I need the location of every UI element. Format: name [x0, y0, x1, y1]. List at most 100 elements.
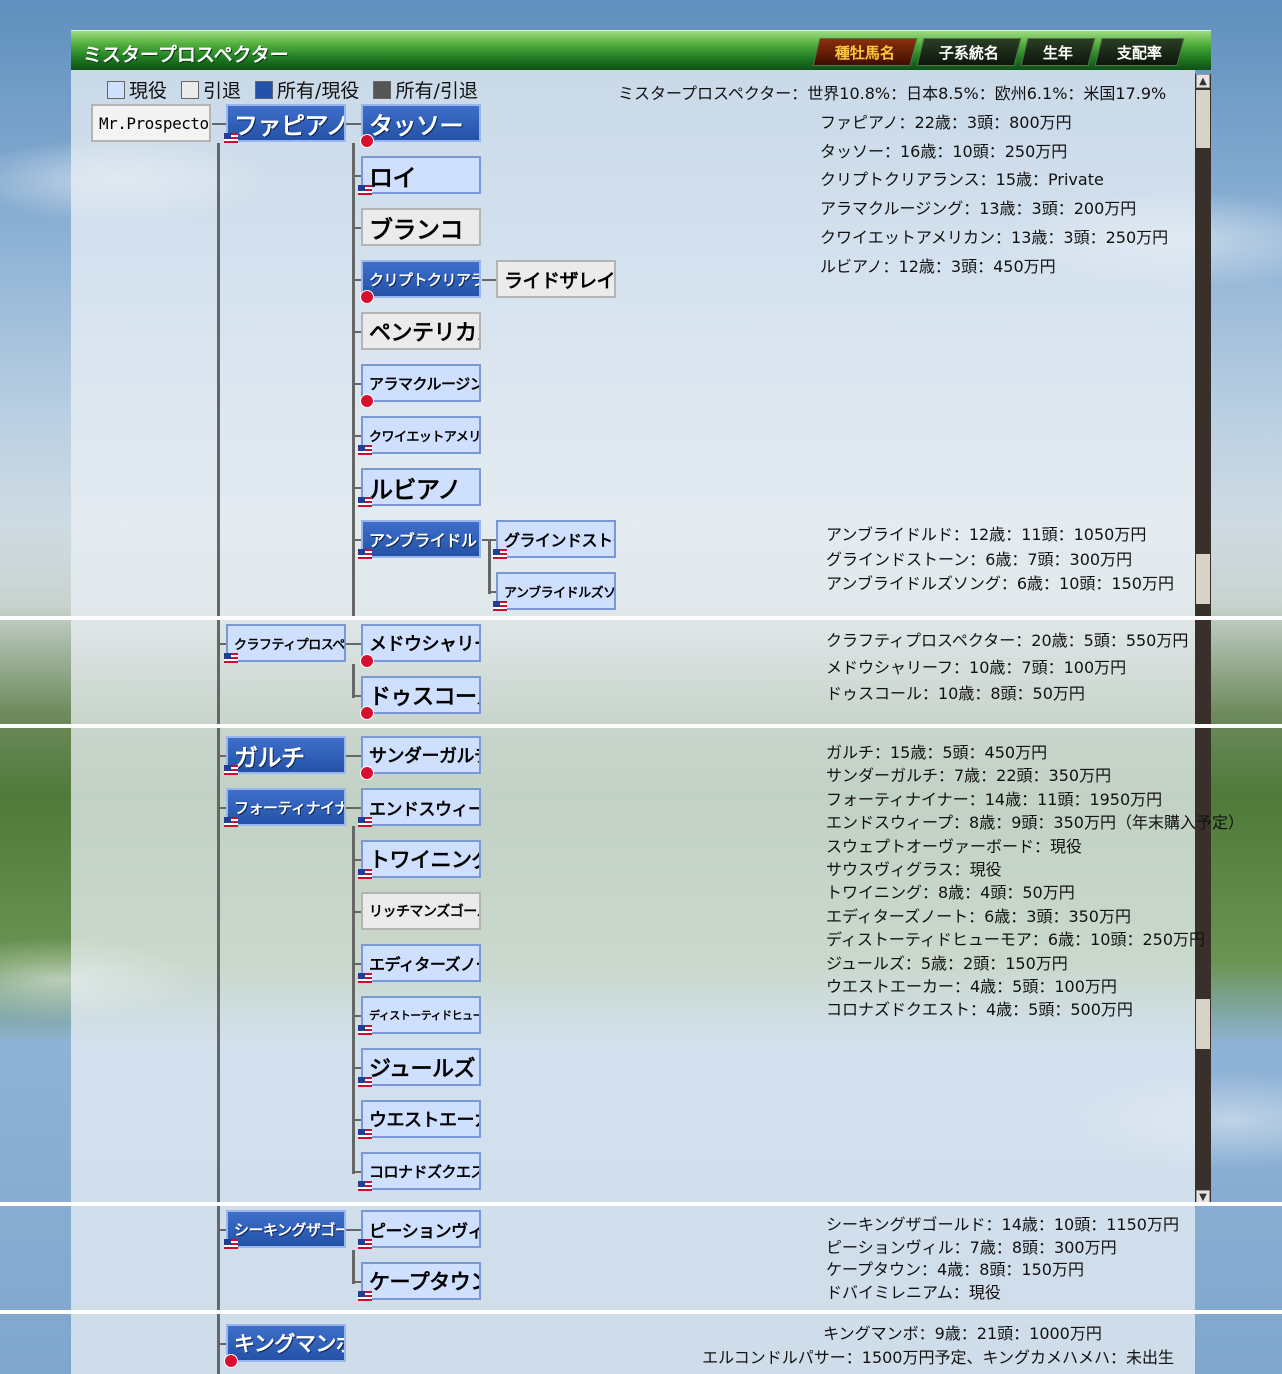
tab-line-name[interactable]: 子系統名	[916, 38, 1022, 66]
horse-node[interactable]: ルビアノ	[361, 468, 481, 506]
horse-node[interactable]: タッソー	[361, 104, 481, 142]
tree-connector	[482, 539, 496, 541]
section-separator	[0, 1310, 1282, 1314]
section-separator	[0, 616, 1282, 620]
horse-node[interactable]: クラフティプロスペクター	[226, 624, 346, 662]
info-line: ルビアノ：12歳：3頭：450万円	[820, 256, 1056, 276]
info-line: トワイニング：8歳：4頭：50万円	[826, 883, 1075, 903]
section-separator	[0, 724, 1282, 728]
horse-node[interactable]: キングマンボ	[226, 1324, 346, 1362]
tab-sire-name[interactable]: 種牡馬名	[812, 38, 918, 66]
tab-dominance[interactable]: 支配率	[1094, 38, 1185, 66]
horse-node[interactable]: ガルチ	[226, 736, 346, 774]
horse-node[interactable]: ドゥスコール	[361, 676, 481, 714]
info-block: ガルチ：15歳：5頭：450万円 サンダーガルチ：7歳：22頭：350万円 フォ…	[826, 741, 1244, 1022]
sort-tabs: 種牡馬名 子系統名 生年 支配率	[812, 38, 1185, 66]
us-flag-icon	[493, 601, 507, 611]
horse-node[interactable]: メドウシャリーフ	[361, 624, 481, 662]
tab-birth-year[interactable]: 生年	[1020, 38, 1096, 66]
info-line: エルコンドルパサー：1500万円予定、キングカメハメハ：未出生	[702, 1348, 1174, 1367]
horse-node[interactable]: トワイニング	[361, 840, 481, 878]
horse-node[interactable]: リッチマンズゴールド	[361, 892, 481, 930]
tree-connector	[488, 591, 496, 593]
horse-node[interactable]: グラインドストーン	[496, 520, 616, 558]
legend: 現役 引退 所有/現役 所有/引退	[107, 76, 478, 103]
info-line: クワイエットアメリカン：13歳：3頭：250万円	[820, 227, 1169, 247]
info-line: ディストーティドヒューモア：6歳：10頭：250万円	[826, 930, 1205, 950]
jp-flag-icon	[360, 134, 374, 148]
us-flag-icon	[224, 765, 238, 775]
info-line: グラインドストーン：6歳：7頭：300万円	[826, 549, 1133, 569]
us-flag-icon	[358, 185, 372, 195]
scrollbar[interactable]: ▲ ▼	[1195, 74, 1211, 1204]
legend-owned-active: 所有/現役	[255, 76, 359, 103]
horse-node[interactable]: アンブライドルド	[361, 520, 481, 558]
horse-node[interactable]: フォーティナイナー	[226, 788, 346, 826]
section-separator	[0, 1202, 1282, 1206]
horse-node-root[interactable]: Mr.Prospector	[91, 104, 211, 142]
tree-line	[488, 540, 491, 594]
us-flag-icon	[358, 549, 372, 559]
info-line: クラフティプロスペクター：20歳：5頭：550万円	[826, 631, 1189, 650]
info-line: スウェプトオーヴァーボード：現役	[826, 836, 1083, 856]
us-flag-icon	[358, 1181, 372, 1191]
info-line: アンブライドルズソング：6歳：10頭：150万円	[826, 574, 1174, 593]
legend-retired: 引退	[181, 76, 241, 103]
info-line: メドウシャリーフ：10歳：7頭：100万円	[826, 657, 1127, 677]
info-line: シーキングザゴールド：14歳：10頭：1150万円	[826, 1215, 1179, 1234]
tree-connector	[482, 279, 496, 281]
us-flag-icon	[493, 549, 507, 559]
horse-node[interactable]: ブランコ	[361, 208, 481, 246]
title-bar: ミスタープロスペクター 種牡馬名 子系統名 生年 支配率	[71, 30, 1211, 70]
info-block: キングマンボ：9歳：21頭：1000万円 エルコンドルパサー：1500万円予定、…	[702, 1322, 1174, 1370]
horse-node[interactable]: ウエストエーカー	[361, 1100, 481, 1138]
us-flag-icon	[358, 1239, 372, 1249]
us-flag-icon	[224, 817, 238, 827]
horse-node[interactable]: ピーションヴィル	[361, 1210, 481, 1248]
info-block: クラフティプロスペクター：20歳：5頭：550万円 メドウシャリーフ：10歳：7…	[826, 628, 1188, 708]
us-flag-icon	[358, 1025, 372, 1035]
info-line: コロナズドクエスト：4歳：5頭：500万円	[826, 1000, 1133, 1020]
info-block: シーキングザゴールド：14歳：10頭：1150万円 ピーションヴィル：7歳：8頭…	[826, 1214, 1179, 1304]
horse-node[interactable]: ジュールズ	[361, 1048, 481, 1086]
jp-flag-icon	[360, 654, 374, 668]
horse-node[interactable]: アラマクルージング	[361, 364, 481, 402]
jp-flag-icon	[360, 394, 374, 408]
scroll-thumb[interactable]	[1196, 90, 1210, 148]
horse-node[interactable]: ケープタウン	[361, 1262, 481, 1300]
horse-node[interactable]: ペンテリカス	[361, 312, 481, 350]
horse-node[interactable]: コロナドズクエスト	[361, 1152, 481, 1190]
tree-connector	[346, 123, 362, 125]
tree-connector	[212, 123, 227, 125]
us-flag-icon	[358, 973, 372, 983]
tree-line	[352, 143, 355, 616]
us-flag-icon	[224, 653, 238, 663]
horse-node[interactable]: サンダーガルチ	[361, 736, 481, 774]
tree-connector	[346, 755, 362, 757]
horse-node[interactable]: ファピアノ	[226, 104, 346, 142]
jp-flag-icon	[360, 706, 374, 720]
info-line: キングマンボ：9歳：21頭：1000万円	[823, 1324, 1102, 1343]
horse-node[interactable]: シーキングザゴールド	[226, 1210, 346, 1248]
horse-node[interactable]: ロイ	[361, 156, 481, 194]
tree-line	[217, 143, 220, 1374]
us-flag-icon	[358, 497, 372, 507]
us-flag-icon	[224, 133, 238, 143]
info-line: ドゥスコール：10歳：8頭：50万円	[826, 684, 1085, 704]
tree-connector	[346, 807, 362, 809]
info-line: タッソー：16歳：10頭：250万円	[820, 141, 1068, 161]
jp-flag-icon	[224, 1354, 238, 1368]
horse-node[interactable]: クワイエットアメリカン	[361, 416, 481, 454]
horse-node[interactable]: クリプトクリアランス	[361, 260, 481, 298]
horse-node[interactable]: アンブライドルズソング	[496, 572, 616, 610]
tree-line	[352, 826, 355, 1174]
horse-node[interactable]: ディストーティドヒューモア	[361, 996, 481, 1034]
us-flag-icon	[358, 445, 372, 455]
horse-node[interactable]: ライドザレイルズ	[496, 260, 616, 298]
info-line: サンダーガルチ：7歳：22頭：350万円	[826, 766, 1112, 786]
us-flag-icon	[224, 1239, 238, 1249]
horse-node[interactable]: エディターズノート	[361, 944, 481, 982]
horse-node[interactable]: エンドスウィープ	[361, 788, 481, 826]
scroll-up-icon[interactable]: ▲	[1196, 74, 1210, 88]
info-line: ガルチ：15歳：5頭：450万円	[826, 743, 1048, 762]
